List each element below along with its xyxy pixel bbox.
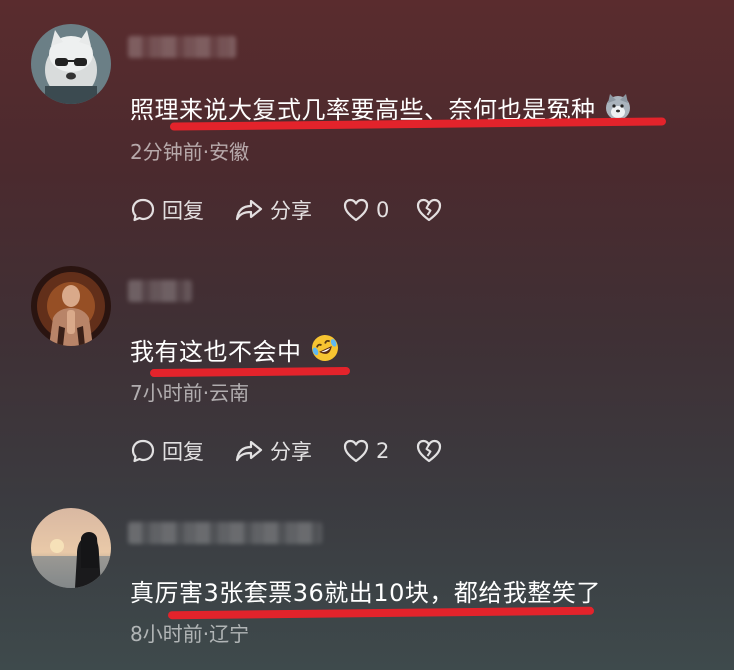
share-button[interactable]: 分享 (234, 195, 312, 225)
share-button[interactable]: 分享 (234, 436, 312, 466)
username-blurred[interactable] (128, 280, 192, 302)
rofl-emoji-icon (310, 333, 340, 369)
comment-text: 我有这也不会中 (130, 332, 340, 369)
reply-icon (131, 198, 155, 222)
reply-button[interactable]: 回复 (130, 436, 204, 466)
share-label: 分享 (270, 199, 312, 223)
username-blurred[interactable] (128, 522, 322, 544)
username-blurred[interactable] (128, 36, 236, 58)
reply-label: 回复 (162, 440, 204, 464)
broken-heart-icon (417, 198, 442, 222)
share-icon (235, 440, 263, 462)
comment-actions: 回复 分享 0 (130, 195, 443, 225)
dislike-button[interactable] (415, 438, 443, 464)
heart-icon (343, 198, 369, 222)
avatar[interactable] (31, 266, 111, 346)
reply-label: 回复 (162, 199, 204, 223)
avatar[interactable] (31, 508, 111, 588)
red-underline (149, 366, 351, 378)
comment-meta: 7小时前·云南 (130, 381, 250, 405)
dislike-button[interactable] (415, 197, 443, 223)
like-count: 0 (376, 198, 390, 222)
share-icon (235, 199, 263, 221)
avatar[interactable] (31, 24, 111, 104)
comment-text-content: 真厉害3张套票36就出10块，都给我整笑了 (130, 579, 601, 607)
comment-text: 真厉害3张套票36就出10块，都给我整笑了 (130, 573, 601, 608)
comment-text-content: 我有这也不会中 (130, 338, 302, 366)
share-label: 分享 (270, 440, 312, 464)
like-count: 2 (376, 439, 390, 463)
like-button[interactable]: 0 (342, 197, 389, 223)
like-button[interactable]: 2 (342, 438, 389, 464)
comment-actions: 回复 分享 2 (130, 436, 443, 466)
heart-icon (343, 439, 369, 463)
comment-meta: 8小时前·辽宁 (130, 622, 250, 646)
comment-meta: 2分钟前·安徽 (130, 140, 250, 164)
reply-button[interactable]: 回复 (130, 195, 204, 225)
reply-icon (131, 439, 155, 463)
broken-heart-icon (417, 439, 442, 463)
